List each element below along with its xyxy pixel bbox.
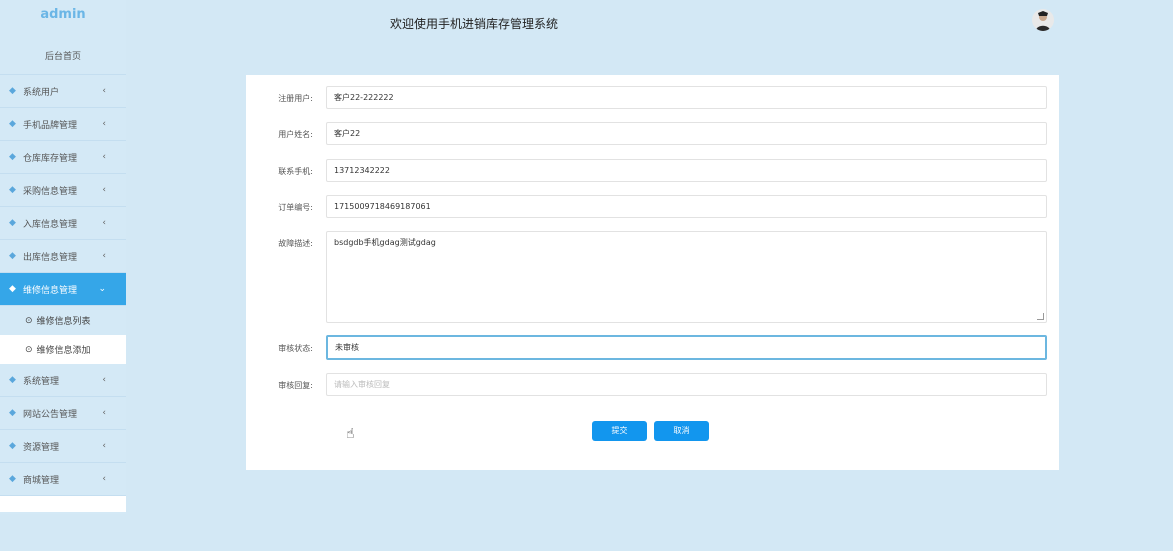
diamond-icon: ◆ bbox=[9, 408, 16, 418]
sidebar-item-outbound-info[interactable]: ◆ 出库信息管理 ‹ bbox=[0, 240, 126, 273]
reply-input[interactable]: 请输入审核回复 bbox=[326, 373, 1047, 396]
order-no-field[interactable]: 1715009718469187061 bbox=[326, 195, 1047, 218]
sidebar-item-label: 系统用户 bbox=[23, 87, 60, 98]
user-avatar-icon bbox=[1036, 11, 1050, 31]
diamond-icon: ◆ bbox=[9, 119, 16, 129]
resize-handle-icon[interactable] bbox=[1037, 313, 1044, 320]
diamond-icon: ◆ bbox=[9, 284, 16, 294]
chevron-left-icon: ‹ bbox=[102, 218, 106, 228]
diamond-icon: ◆ bbox=[9, 152, 16, 162]
name-field[interactable]: 客户22 bbox=[326, 122, 1047, 145]
username-label: 注册用户: bbox=[278, 94, 313, 103]
sidebar-subitem-repair-add[interactable]: ⊙ 维修信息添加 bbox=[0, 335, 126, 364]
sidebar-item-resources[interactable]: ◆ 资源管理 ‹ bbox=[0, 430, 126, 463]
chevron-left-icon: ‹ bbox=[102, 119, 106, 129]
sidebar-item-system-management[interactable]: ◆ 系统管理 ‹ bbox=[0, 364, 126, 397]
status-select[interactable]: 未审核 bbox=[326, 335, 1047, 360]
fault-label: 故障描述: bbox=[278, 239, 313, 248]
sidebar-footer bbox=[0, 496, 126, 512]
phone-field[interactable]: 13712342222 bbox=[326, 159, 1047, 182]
chevron-left-icon: ‹ bbox=[102, 408, 106, 418]
chevron-left-icon: ‹ bbox=[102, 474, 106, 484]
chevron-left-icon: ‹ bbox=[102, 251, 106, 261]
sidebar-item-warehouse-stock[interactable]: ◆ 仓库库存管理 ‹ bbox=[0, 141, 126, 174]
sidebar-item-label: 采购信息管理 bbox=[23, 186, 78, 197]
diamond-icon: ◆ bbox=[9, 474, 16, 484]
diamond-icon: ◆ bbox=[9, 218, 16, 228]
diamond-icon: ◆ bbox=[9, 251, 16, 261]
reply-label: 审核回复: bbox=[278, 381, 313, 390]
sidebar-item-label: 维修信息管理 bbox=[23, 285, 78, 296]
sidebar: admin 后台首页 ◆ 系统用户 ‹ ◆ 手机品牌管理 ‹ ◆ 仓库库存管理 … bbox=[0, 0, 126, 514]
fault-description-text: bsdgdb手机gdag测试gdag bbox=[334, 238, 436, 247]
chevron-left-icon: ‹ bbox=[102, 441, 106, 451]
sidebar-home-link[interactable]: 后台首页 bbox=[0, 32, 126, 75]
phone-label: 联系手机: bbox=[278, 167, 313, 176]
diamond-icon: ◆ bbox=[9, 441, 16, 451]
status-label: 审核状态: bbox=[278, 344, 313, 353]
chevron-left-icon: ‹ bbox=[102, 86, 106, 96]
sidebar-item-inbound-info[interactable]: ◆ 入库信息管理 ‹ bbox=[0, 207, 126, 240]
hand-pointer-icon: ☝ bbox=[346, 426, 355, 442]
sidebar-item-label: 资源管理 bbox=[23, 442, 60, 453]
repair-form-card: 注册用户: 客户22-222222 用户姓名: 客户22 联系手机: 13712… bbox=[246, 75, 1059, 470]
circle-check-icon: ⊙ bbox=[25, 315, 33, 326]
cancel-button[interactable]: 取消 bbox=[654, 421, 709, 441]
sidebar-item-system-users[interactable]: ◆ 系统用户 ‹ bbox=[0, 75, 126, 108]
sidebar-item-mall[interactable]: ◆ 商城管理 ‹ bbox=[0, 463, 126, 496]
chevron-left-icon: ‹ bbox=[102, 152, 106, 162]
diamond-icon: ◆ bbox=[9, 86, 16, 96]
sidebar-subitem-repair-list[interactable]: ⊙ 维修信息列表 bbox=[0, 306, 126, 335]
diamond-icon: ◆ bbox=[9, 375, 16, 385]
chevron-down-icon: ⌄ bbox=[98, 284, 106, 294]
sidebar-subitem-label: 维修信息添加 bbox=[36, 346, 91, 356]
sidebar-item-announcements[interactable]: ◆ 网站公告管理 ‹ bbox=[0, 397, 126, 430]
sidebar-subitem-label: 维修信息列表 bbox=[36, 317, 91, 327]
submit-button[interactable]: 提交 bbox=[592, 421, 647, 441]
sidebar-item-label: 商城管理 bbox=[23, 475, 60, 486]
chevron-left-icon: ‹ bbox=[102, 185, 106, 195]
sidebar-item-phone-brands[interactable]: ◆ 手机品牌管理 ‹ bbox=[0, 108, 126, 141]
sidebar-item-label: 仓库库存管理 bbox=[23, 153, 78, 164]
sidebar-item-label: 入库信息管理 bbox=[23, 219, 78, 230]
avatar[interactable] bbox=[1032, 9, 1054, 31]
chevron-left-icon: ‹ bbox=[102, 375, 106, 385]
fault-description-textarea[interactable]: bsdgdb手机gdag测试gdag bbox=[326, 231, 1047, 323]
sidebar-item-label: 手机品牌管理 bbox=[23, 120, 78, 131]
sidebar-item-repair-info[interactable]: ◆ 维修信息管理 ⌄ bbox=[0, 273, 126, 306]
sidebar-item-label: 出库信息管理 bbox=[23, 252, 78, 263]
page-title: 欢迎使用手机进销库存管理系统 bbox=[390, 17, 559, 31]
name-label: 用户姓名: bbox=[278, 130, 313, 139]
sidebar-item-label: 网站公告管理 bbox=[23, 409, 78, 420]
brand-title: admin bbox=[40, 7, 86, 22]
order-no-label: 订单编号: bbox=[278, 203, 313, 212]
circle-check-icon: ⊙ bbox=[25, 344, 33, 355]
username-field[interactable]: 客户22-222222 bbox=[326, 86, 1047, 109]
sidebar-item-label: 系统管理 bbox=[23, 376, 60, 387]
sidebar-item-purchase-info[interactable]: ◆ 采购信息管理 ‹ bbox=[0, 174, 126, 207]
diamond-icon: ◆ bbox=[9, 185, 16, 195]
